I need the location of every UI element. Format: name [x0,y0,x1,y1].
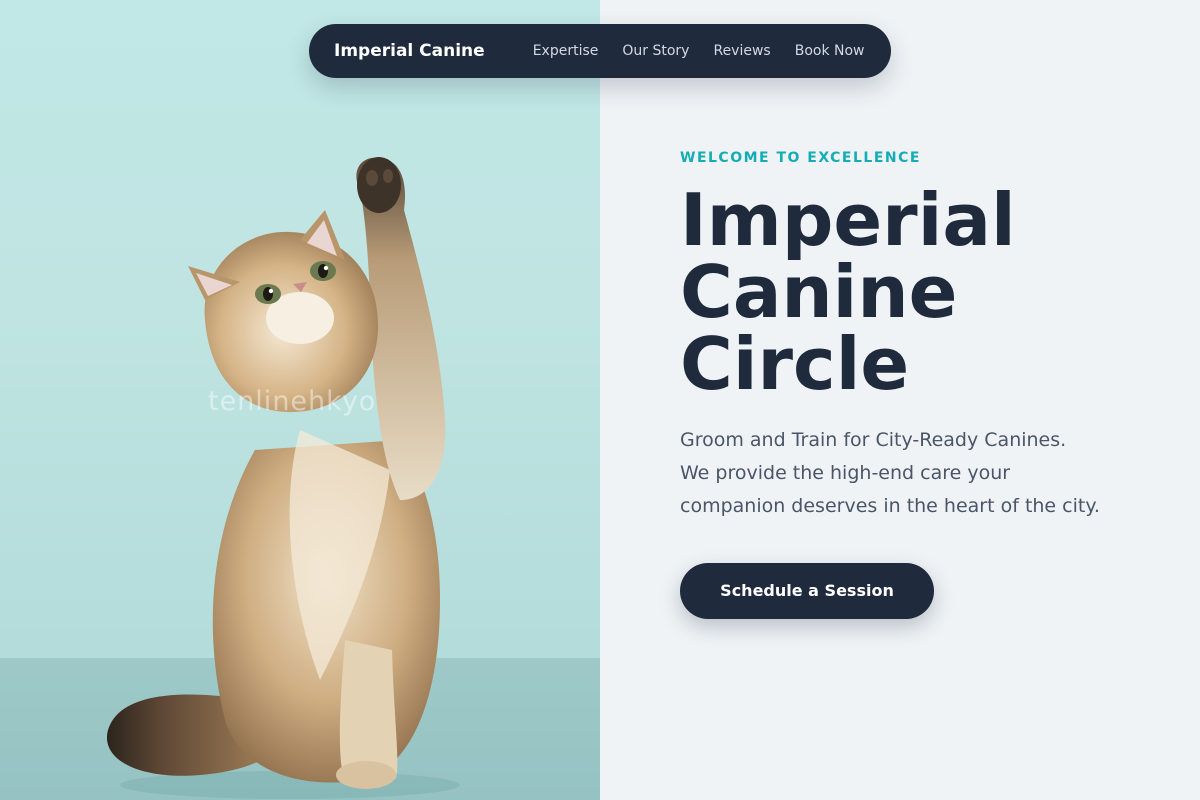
hero-content: WELCOME TO EXCELLENCE Imperial Canine Ci… [680,150,1150,619]
schedule-session-button[interactable]: Schedule a Session [680,563,934,619]
nav-link-our-story[interactable]: Our Story [622,43,689,59]
nav-link-reviews[interactable]: Reviews [713,43,770,59]
kitten-illustration [106,157,460,799]
page: tenlinehkyo Imperial Canine Expertise Ou… [0,0,1200,800]
hero-title-line-2: Canine [680,250,958,334]
hero-photo: tenlinehkyo [0,0,600,800]
nav-link-expertise[interactable]: Expertise [533,43,599,59]
hero-eyebrow: WELCOME TO EXCELLENCE [680,150,921,166]
nav-link-book-now[interactable]: Book Now [795,43,865,59]
hero-title-line-3: Circle [680,322,910,406]
hero-description: Groom and Train for City-Ready Canines. … [680,429,1100,517]
nav-links: Expertise Our Story Reviews Book Now [533,43,865,59]
brand-logo-text[interactable]: Imperial Canine [334,41,485,61]
hero-title-line-1: Imperial [680,178,1016,262]
top-navbar: Imperial Canine Expertise Our Story Revi… [309,24,891,78]
hero-title: Imperial Canine Circle [680,184,1150,400]
